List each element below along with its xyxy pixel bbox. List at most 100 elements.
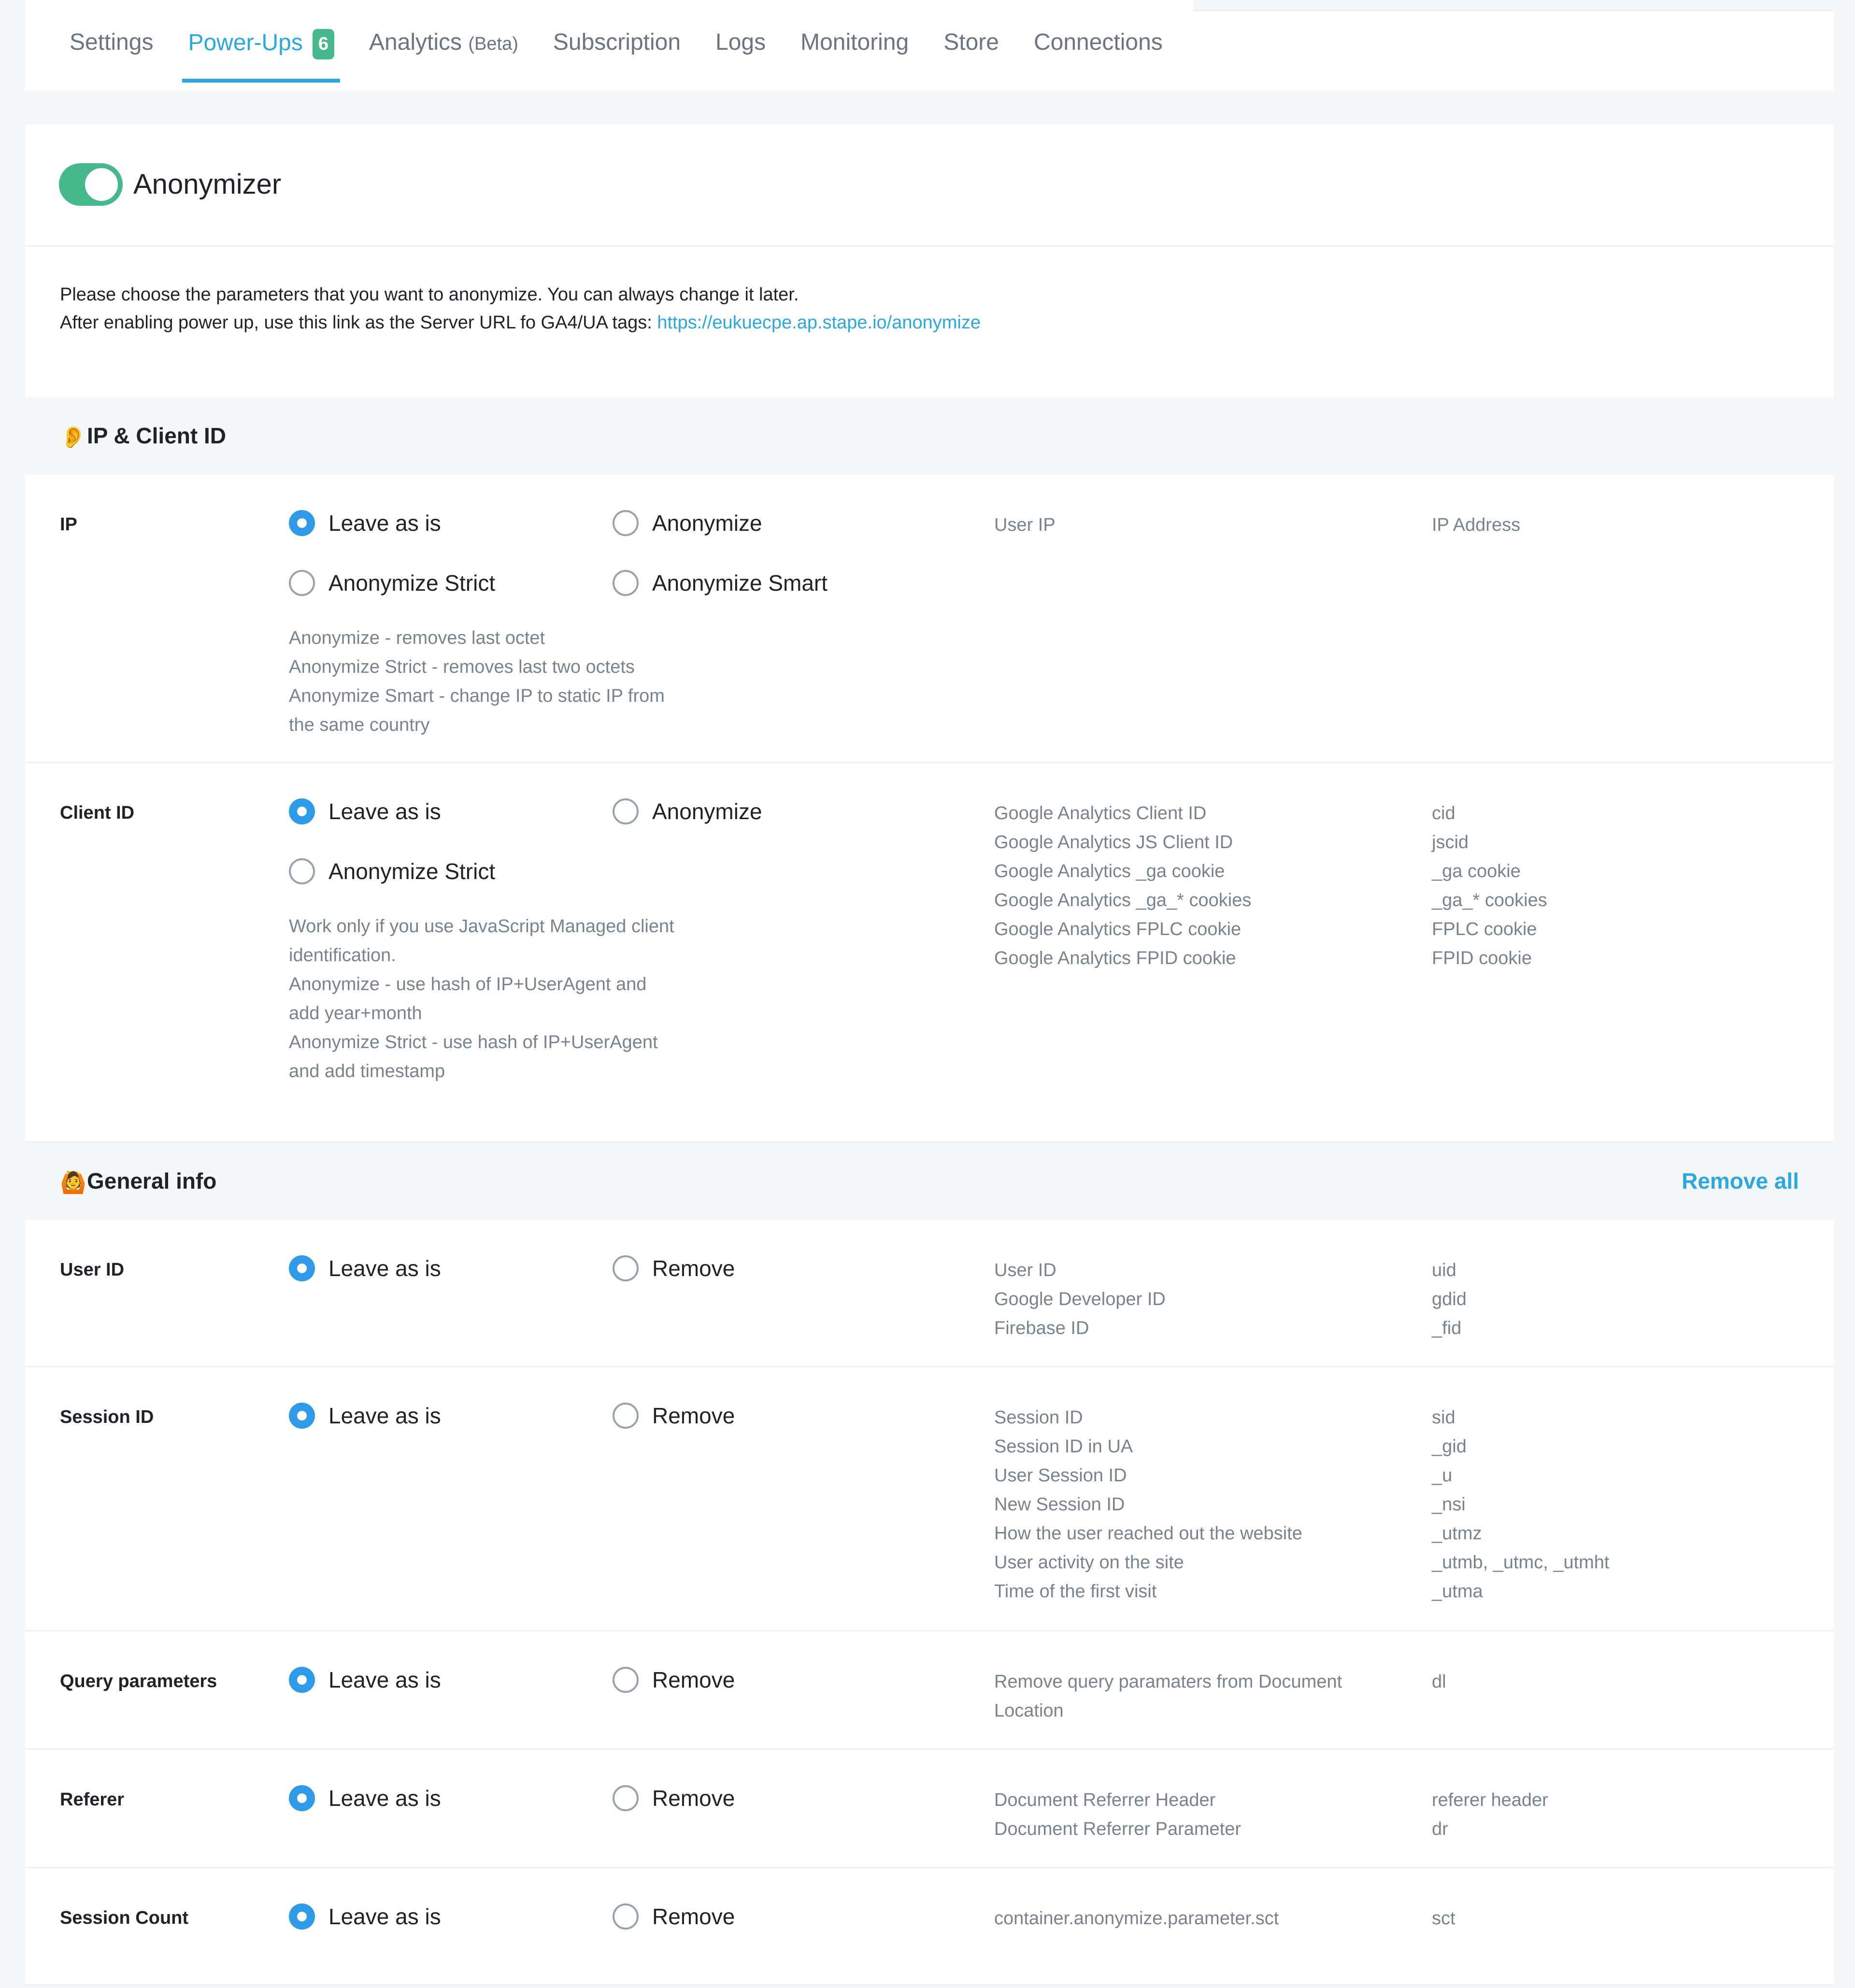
- ip-leave-radio[interactable]: Leave as is: [289, 510, 441, 536]
- power-up-title: Anonymizer: [133, 169, 282, 200]
- radio-indicator: [613, 570, 639, 596]
- section-title: IP & Client ID: [87, 423, 226, 448]
- tab-analytics[interactable]: Analytics (Beta): [369, 23, 518, 79]
- note-line: identification.: [289, 945, 396, 966]
- tab-monitoring[interactable]: Monitoring: [800, 23, 909, 79]
- tab-logs[interactable]: Logs: [715, 23, 766, 79]
- query-remove-radio[interactable]: Remove: [613, 1667, 735, 1693]
- session-count-descriptions: container.anonymize.parameter.sct: [994, 1904, 1279, 1933]
- beta-label: (Beta): [468, 34, 518, 54]
- server-url-link[interactable]: https://eukuecpe.ap.stape.io/anonymize: [657, 312, 981, 333]
- tab-label: Connections: [1033, 29, 1163, 55]
- client-id-keys: cid jscid _ga cookie _ga_* cookies FPLC …: [1432, 799, 1547, 973]
- key-line: _fid: [1432, 1318, 1462, 1338]
- user-id-leave-radio[interactable]: Leave as is: [289, 1255, 441, 1281]
- intro-block: Please choose the parameters that you wa…: [25, 247, 1834, 398]
- note-line: Anonymize Smart - change IP to static IP…: [289, 686, 665, 706]
- key-line: _ga cookie: [1432, 861, 1521, 881]
- param-label: IP: [60, 514, 77, 535]
- tab-label: Power-Ups: [188, 30, 303, 56]
- tab-power-ups[interactable]: Power-Ups 6: [182, 23, 340, 83]
- radio-indicator: [289, 1403, 315, 1429]
- query-leave-radio[interactable]: Leave as is: [289, 1667, 441, 1693]
- param-label: Query parameters: [60, 1671, 217, 1691]
- radio-label: Leave as is: [328, 511, 441, 536]
- desc-line: container.anonymize.parameter.sct: [994, 1908, 1279, 1929]
- key-line: sid: [1432, 1407, 1455, 1428]
- session-id-descriptions: Session ID Session ID in UA User Session…: [994, 1403, 1302, 1606]
- referer-leave-radio[interactable]: Leave as is: [289, 1785, 441, 1811]
- key-line: _gid: [1432, 1436, 1467, 1457]
- desc-line: Session ID in UA: [994, 1436, 1133, 1457]
- radio-indicator: [289, 798, 315, 824]
- desc-line: Remove query paramaters from Document: [994, 1672, 1342, 1692]
- session-count-keys: sct: [1432, 1904, 1455, 1933]
- user-id-remove-radio[interactable]: Remove: [613, 1255, 735, 1281]
- tab-label: Logs: [715, 29, 766, 55]
- radio-label: Leave as is: [328, 1403, 441, 1428]
- radio-indicator: [289, 858, 315, 884]
- tab-store[interactable]: Store: [943, 23, 999, 79]
- ip-notes: Anonymize - removes last octet Anonymize…: [289, 624, 665, 739]
- tab-subscription[interactable]: Subscription: [553, 23, 681, 79]
- tab-connections[interactable]: Connections: [1034, 23, 1163, 79]
- intro-text: Please choose the parameters that you wa…: [60, 281, 799, 309]
- desc-line: Time of the first visit: [994, 1581, 1157, 1602]
- radio-indicator: [289, 1785, 315, 1811]
- ip-smart-radio[interactable]: Anonymize Smart: [613, 570, 828, 596]
- radio-indicator: [613, 798, 639, 824]
- radio-indicator: [289, 570, 315, 596]
- radio-label: Leave as is: [328, 1786, 441, 1811]
- key-line: _utmb, _utmc, _utmht: [1432, 1552, 1610, 1573]
- desc-line: Google Analytics JS Client ID: [994, 832, 1233, 852]
- radio-label: Anonymize Strict: [328, 859, 496, 884]
- ip-keys: IP Address: [1432, 511, 1520, 540]
- note-line: Work only if you use JavaScript Managed …: [289, 916, 674, 937]
- session-count-leave-radio[interactable]: Leave as is: [289, 1903, 441, 1930]
- key-line: gdid: [1432, 1289, 1467, 1309]
- intro-text-url: After enabling power up, use this link a…: [60, 309, 981, 337]
- key-line: sct: [1432, 1908, 1455, 1929]
- intro-line: After enabling power up, use this link a…: [60, 312, 657, 333]
- tab-settings[interactable]: Settings: [70, 23, 153, 79]
- radio-indicator: [613, 1785, 639, 1811]
- session-id-leave-radio[interactable]: Leave as is: [289, 1403, 441, 1429]
- desc-line: Document Referrer Parameter: [994, 1819, 1241, 1839]
- session-count-remove-radio[interactable]: Remove: [613, 1903, 735, 1930]
- ip-anonymize-radio[interactable]: Anonymize: [613, 510, 762, 536]
- session-id-remove-radio[interactable]: Remove: [613, 1403, 735, 1429]
- desc-line: Google Analytics Client ID: [994, 803, 1207, 824]
- desc-line: Google Analytics _ga_* cookies: [994, 890, 1252, 910]
- referer-keys: referer header dr: [1432, 1786, 1548, 1844]
- key-line: _nsi: [1432, 1494, 1466, 1515]
- key-line: cid: [1432, 803, 1455, 824]
- param-row-session-id: Session ID Leave as is Remove Session ID…: [25, 1367, 1834, 1632]
- desc-line: User Session ID: [994, 1465, 1127, 1486]
- client-id-anonymize-radio[interactable]: Anonymize: [613, 798, 762, 824]
- desc-line: Google Developer ID: [994, 1289, 1166, 1309]
- radio-indicator: [613, 510, 639, 536]
- ip-descriptions: User IP: [994, 511, 1056, 540]
- param-row-ip: IP Leave as is Anonymize Anonymize Stric…: [25, 475, 1834, 763]
- client-id-leave-radio[interactable]: Leave as is: [289, 798, 441, 824]
- param-label: Client ID: [60, 803, 135, 823]
- desc-line: New Session ID: [994, 1494, 1125, 1515]
- desc-line: Document Referrer Header: [994, 1790, 1216, 1810]
- tab-label: Analytics: [369, 29, 462, 55]
- note-line: and add timestamp: [289, 1061, 445, 1081]
- ear-icon: 👂: [60, 426, 86, 449]
- remove-all-button[interactable]: Remove all: [1682, 1168, 1799, 1194]
- client-id-strict-radio[interactable]: Anonymize Strict: [289, 858, 495, 884]
- radio-label: Anonymize Smart: [652, 570, 828, 596]
- note-line: Anonymize - use hash of IP+UserAgent and: [289, 974, 647, 994]
- radio-label: Remove: [652, 1667, 735, 1692]
- referer-remove-radio[interactable]: Remove: [613, 1785, 735, 1811]
- radio-label: Remove: [652, 1256, 735, 1281]
- radio-label: Anonymize: [652, 511, 762, 536]
- key-line: jscid: [1432, 832, 1469, 852]
- note-line: Anonymize Strict - use hash of IP+UserAg…: [289, 1032, 658, 1052]
- radio-indicator: [613, 1667, 639, 1693]
- anonymizer-toggle[interactable]: [59, 163, 123, 206]
- ip-strict-radio[interactable]: Anonymize Strict: [289, 570, 495, 596]
- radio-indicator: [613, 1403, 639, 1429]
